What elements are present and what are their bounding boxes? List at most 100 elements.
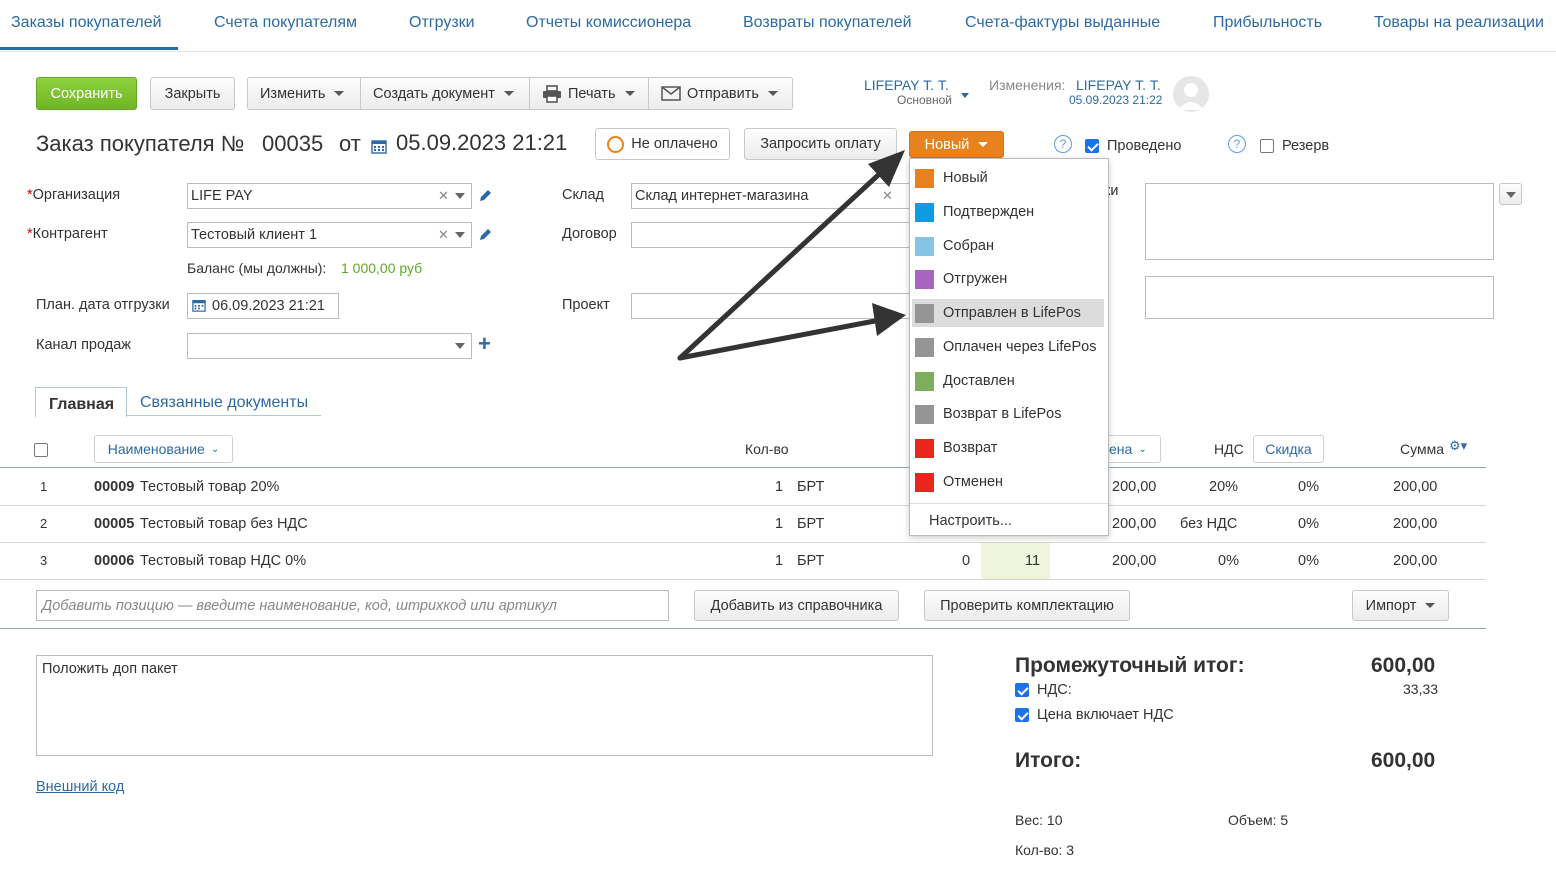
status-option-return[interactable]: Возврат — [912, 434, 1104, 462]
row-number: 3 — [40, 553, 48, 568]
row-divider — [0, 505, 1486, 506]
product-sum: 200,00 — [1393, 516, 1438, 532]
add-from-catalog-label: Добавить из справочника — [710, 597, 883, 614]
clear-icon[interactable]: ✕ — [438, 227, 449, 243]
pencil-icon[interactable] — [478, 227, 493, 242]
check-kit-label: Проверить комплектацию — [940, 597, 1114, 614]
request-payment-button[interactable]: Запросить оплату — [744, 128, 897, 160]
chevron-down-icon[interactable] — [455, 343, 465, 349]
product-discount: 0% — [1298, 479, 1319, 495]
price-header-label: ена — [1109, 441, 1133, 457]
product-stock: 11 — [1025, 553, 1041, 569]
calendar-icon[interactable] — [192, 298, 206, 312]
ship-date-field[interactable]: 06.09.2023 21:21 — [187, 293, 339, 319]
status-option-delivered[interactable]: Доставлен — [912, 367, 1104, 395]
send-dropdown-button[interactable]: Отправить — [649, 78, 792, 109]
name-column-header[interactable]: Наименование ⌄ — [94, 435, 233, 463]
product-discount: 0% — [1298, 553, 1319, 569]
configure-statuses-option[interactable]: Настроить... — [912, 507, 1104, 535]
status-option-cancelled[interactable]: Отменен — [912, 468, 1104, 496]
close-button[interactable]: Закрыть — [150, 77, 235, 110]
select-all-checkbox[interactable] — [34, 443, 48, 457]
row-number: 2 — [40, 516, 48, 531]
row-number: 1 — [40, 479, 48, 494]
warehouse-field[interactable]: Склад интернет-магазина — [631, 183, 911, 209]
clear-icon[interactable]: ✕ — [438, 188, 449, 204]
nav-tab-orders[interactable]: Заказы покупателей — [11, 14, 162, 32]
extra-field[interactable] — [1145, 276, 1494, 319]
status-option-confirmed[interactable]: Подтвержден — [912, 198, 1104, 226]
nav-tab-shipments[interactable]: Отгрузки — [409, 14, 475, 32]
changes-user[interactable]: LIFEPAY Т. Т. — [1076, 77, 1161, 93]
tab-related-documents[interactable]: Связанные документы — [140, 394, 308, 412]
document-number[interactable]: 00035 — [262, 131, 323, 157]
project-field[interactable] — [631, 293, 911, 319]
vat-checkbox[interactable] — [1015, 683, 1029, 697]
check-kit-button[interactable]: Проверить комплектацию — [924, 590, 1130, 621]
table-header-border — [0, 467, 1486, 468]
warehouse-label: Склад — [562, 187, 604, 203]
volume-info: Объем: 5 — [1228, 812, 1289, 828]
gear-icon[interactable]: ⚙▾ — [1449, 438, 1467, 454]
reserve-label: Резерв — [1282, 138, 1330, 154]
import-dropdown-button[interactable]: Импорт — [1352, 590, 1449, 621]
tab-main[interactable]: Главная — [35, 387, 127, 418]
add-position-input[interactable]: Добавить позицию — введите наименование,… — [36, 590, 669, 621]
expand-button[interactable] — [1499, 183, 1522, 205]
create-document-dropdown-button[interactable]: Создать документ — [361, 78, 530, 109]
sales-channel-field[interactable] — [187, 333, 472, 359]
status-color-swatch — [915, 472, 934, 492]
organization-field[interactable]: LIFE PAY — [187, 183, 472, 209]
help-icon[interactable]: ? — [1054, 135, 1072, 153]
page-title: Заказ покупателя № — [36, 131, 245, 156]
status-dropdown-menu: Новый Подтвержден Собран Отгружен Отправ… — [909, 158, 1109, 536]
save-button[interactable]: Сохранить — [36, 77, 137, 110]
product-vat: 20% — [1209, 479, 1239, 495]
counterparty-field[interactable]: Тестовый клиент 1 — [187, 222, 472, 248]
chevron-down-icon[interactable] — [455, 232, 465, 238]
calendar-icon[interactable] — [371, 138, 387, 154]
add-from-catalog-button[interactable]: Добавить из справочника — [694, 590, 899, 621]
chevron-down-icon[interactable] — [455, 193, 465, 199]
help-icon[interactable]: ? — [1228, 135, 1246, 153]
plus-icon[interactable]: + — [478, 331, 491, 357]
clear-icon[interactable]: ✕ — [882, 188, 893, 204]
status-option-new[interactable]: Новый — [912, 164, 1104, 192]
external-code-link[interactable]: Внешний код — [36, 779, 124, 795]
sum-column-header[interactable]: Сумма — [1400, 441, 1444, 457]
vat-column-header[interactable]: НДС — [1214, 441, 1244, 457]
status-option-shipped[interactable]: Отгружен — [912, 265, 1104, 293]
address-textarea[interactable] — [1145, 183, 1494, 260]
edit-dropdown-button[interactable]: Изменить — [248, 78, 361, 109]
status-dropdown-button[interactable]: Новый — [909, 131, 1004, 158]
nav-tab-profitability[interactable]: Прибыльность — [1213, 14, 1322, 32]
nav-tab-returns[interactable]: Возвраты покупателей — [743, 14, 912, 32]
status-option-return-to-lifepos[interactable]: Возврат в LifePos — [912, 400, 1104, 428]
price-includes-vat-checkbox[interactable] — [1015, 708, 1029, 722]
reserve-checkbox[interactable] — [1260, 139, 1274, 153]
nav-tab-consignment[interactable]: Товары на реализации — [1374, 14, 1544, 32]
discount-column-header[interactable]: Скидка — [1253, 435, 1324, 463]
nav-tab-invoices[interactable]: Счета покупателям — [214, 14, 357, 32]
nav-tab-tax-invoices[interactable]: Счета-фактуры выданные — [965, 14, 1160, 32]
owner-chevron-icon[interactable] — [961, 93, 969, 98]
pencil-icon[interactable] — [478, 188, 493, 203]
comment-textarea[interactable]: Положить доп пакет — [36, 655, 933, 756]
status-color-swatch — [915, 371, 934, 391]
product-qty: 1 — [775, 553, 784, 569]
nav-tab-commission-reports[interactable]: Отчеты комиссионера — [526, 14, 691, 32]
product-code: 00009 — [94, 479, 135, 495]
owner-name[interactable]: LIFEPAY Т. Т. — [864, 77, 949, 93]
qty-column-header[interactable]: Кол-во — [745, 441, 789, 457]
status-option-paid-via-lifepos[interactable]: Оплачен через LifePos — [912, 333, 1104, 361]
status-color-swatch — [915, 337, 934, 357]
status-option-sent-to-lifepos[interactable]: Отправлен в LifePos — [912, 299, 1104, 327]
payment-status-button[interactable]: Не оплачено — [595, 128, 730, 160]
contract-field[interactable] — [631, 222, 911, 248]
chevron-down-icon: ⌄ — [1138, 443, 1147, 455]
posted-checkbox[interactable] — [1085, 139, 1099, 153]
document-datetime[interactable]: 05.09.2023 21:21 — [396, 130, 567, 156]
status-option-collected[interactable]: Собран — [912, 232, 1104, 260]
product-reserved: 0 — [962, 553, 971, 569]
print-dropdown-button[interactable]: Печать — [530, 78, 649, 109]
